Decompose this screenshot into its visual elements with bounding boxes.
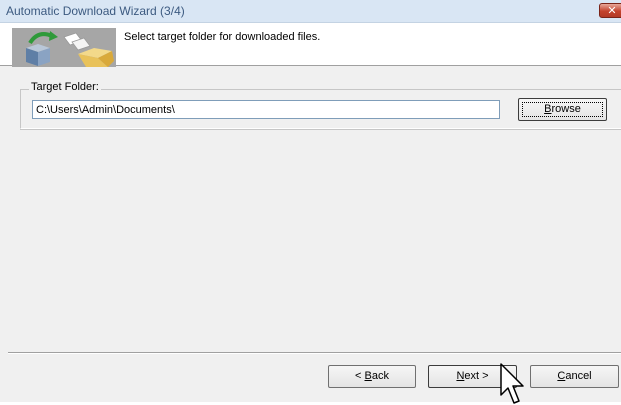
window-title: Automatic Download Wizard (3/4) — [6, 4, 185, 18]
wizard-window: Automatic Download Wizard (3/4) ✕ Select… — [0, 0, 621, 402]
target-folder-path-input[interactable] — [32, 100, 500, 119]
back-button[interactable]: < Back — [328, 365, 416, 388]
download-folder-icon — [12, 28, 116, 67]
cancel-button-label: Cancel — [557, 370, 592, 382]
target-folder-label: Target Folder: — [29, 81, 101, 93]
wizard-header: Select target folder for downloaded file… — [0, 23, 621, 67]
browse-button[interactable]: Browse — [518, 98, 607, 121]
title-bar[interactable]: Automatic Download Wizard (3/4) ✕ — [0, 0, 621, 23]
close-icon: ✕ — [607, 5, 617, 17]
mouse-pointer-icon — [500, 363, 524, 404]
header-instruction: Select target folder for downloaded file… — [124, 31, 321, 43]
cancel-button[interactable]: Cancel — [530, 365, 619, 388]
header-illustration — [12, 28, 116, 67]
close-button[interactable]: ✕ — [599, 3, 621, 18]
back-button-label: < Back — [355, 370, 389, 382]
browse-button-label: Browse — [544, 103, 581, 115]
footer-separator — [8, 352, 621, 354]
next-button-label: Next > — [456, 370, 489, 382]
